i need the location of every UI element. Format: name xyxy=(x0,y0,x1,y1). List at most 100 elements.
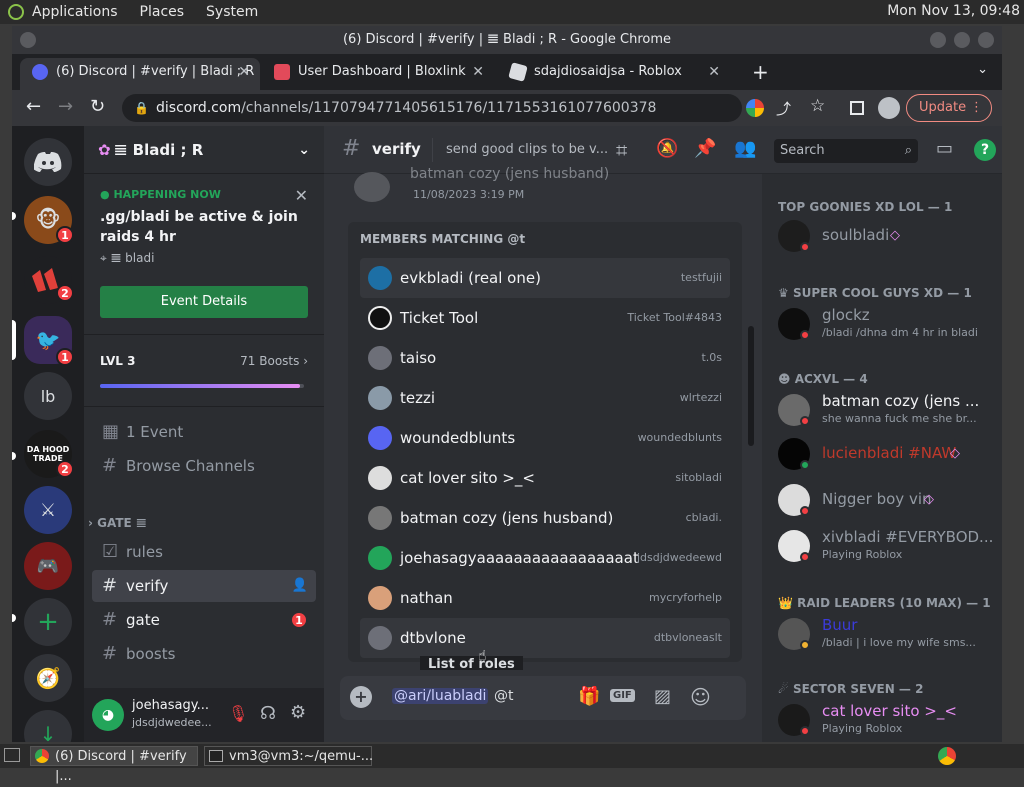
inbox-icon[interactable]: ▭ xyxy=(936,138,953,159)
member-option[interactable]: batman cozy (jens husband) cbladi. xyxy=(360,498,730,538)
member-group-title: ♛ SUPER COOL GUYS XD — 1 xyxy=(778,286,972,300)
channel-verify[interactable]: # verify 👤 xyxy=(92,570,316,602)
tab-search-chevron-icon[interactable]: ⌄ xyxy=(977,62,988,77)
menu-system[interactable]: System xyxy=(206,4,258,20)
member-item[interactable]: xivbladi #EVERYBOD... Playing Roblox xyxy=(778,524,994,568)
close-tab-icon[interactable]: ✕ xyxy=(708,58,720,86)
back-icon[interactable]: ← xyxy=(26,96,41,117)
member-item[interactable]: lucienbladi #NAW ◇ xyxy=(778,432,994,476)
server-icon[interactable]: 🎮 xyxy=(24,542,72,590)
member-item[interactable]: Buur/bladi | i love my wife sms... xyxy=(778,612,994,656)
kebab-menu-icon[interactable]: ⋮ xyxy=(970,95,983,121)
event-details-button[interactable]: Event Details xyxy=(100,286,308,318)
url-field[interactable]: 🔒 discord.com/channels/11707947714056151… xyxy=(122,94,742,122)
tab-strip: (6) Discord | #verify | Bladi ; R ✕ User… xyxy=(12,54,1002,90)
member-option[interactable]: evkbladi (real one) testfujii xyxy=(360,258,730,298)
maximize-button[interactable] xyxy=(954,32,970,48)
chevron-down-icon[interactable]: ⌄ xyxy=(298,126,310,174)
member-item[interactable]: soulbladi ◇ xyxy=(778,214,994,258)
lock-icon[interactable]: 🔒 xyxy=(134,94,149,122)
member-option[interactable]: taiso t.0s xyxy=(360,338,730,378)
member-item[interactable]: cat lover sito >_< Playing Roblox xyxy=(778,698,994,742)
headphones-icon[interactable]: ☊ xyxy=(260,703,276,724)
menu-places[interactable]: Places xyxy=(140,4,185,20)
events-item[interactable]: ▦ 1 Event xyxy=(92,416,316,448)
browse-channels-item[interactable]: # Browse Channels xyxy=(92,450,316,482)
channel-topic[interactable]: send good clips to be v... xyxy=(446,142,608,157)
bookmark-star-icon[interactable]: ☆ xyxy=(810,96,825,116)
scrollbar[interactable] xyxy=(748,326,754,446)
os-logo-icon[interactable] xyxy=(8,4,24,20)
emoji-icon[interactable]: ☺ xyxy=(690,685,711,709)
member-item[interactable]: Nigger boy vin ◇ xyxy=(778,478,994,522)
add-server-icon[interactable]: + xyxy=(24,598,72,646)
close-window-button[interactable] xyxy=(978,32,994,48)
update-button[interactable]: Update ⋮ xyxy=(906,94,992,122)
member-option[interactable]: woundedblunts woundedblunts xyxy=(360,418,730,458)
member-list-icon[interactable]: 👥 xyxy=(734,138,756,159)
channel-boosts[interactable]: # boosts xyxy=(92,638,316,670)
server-icon[interactable]: ⚔ xyxy=(24,486,72,534)
channel-gate[interactable]: # gate 1 xyxy=(92,604,316,636)
guild-header[interactable]: ✿ 𝌆 Bladi ; R ⌄ xyxy=(84,126,324,174)
mute-icon[interactable]: 🎙 xyxy=(228,704,248,723)
tab-roblox[interactable]: sdajdiosaidjsa - Roblox ✕ xyxy=(498,58,730,90)
discord-home-icon[interactable] xyxy=(24,138,72,186)
avatar xyxy=(368,266,392,290)
invite-member-icon[interactable]: 👤 xyxy=(292,570,308,602)
menu-applications[interactable]: Applications xyxy=(32,4,118,20)
pinned-messages-icon[interactable]: 📌 xyxy=(694,138,716,159)
member-option[interactable]: dtbvlone dtbvloneaslt xyxy=(360,618,730,658)
message-composer[interactable]: + @ari/luabladi @t 🎁 GIF ▨ ☺ xyxy=(340,676,746,720)
member-item[interactable]: glockz/bladi /dhna dm 4 hr in bladi xyxy=(778,302,994,346)
server-badge: 2 xyxy=(56,284,74,302)
tray-chrome-icon[interactable] xyxy=(938,747,956,765)
close-icon[interactable]: ✕ xyxy=(295,186,308,205)
avatar[interactable]: ◕ xyxy=(92,699,124,731)
avatar xyxy=(368,426,392,450)
member-option-tag: woundedblunts xyxy=(637,431,722,444)
threads-icon[interactable]: ⌗ xyxy=(616,138,627,162)
close-tab-icon[interactable]: ✕ xyxy=(238,58,250,86)
member-option[interactable]: Ticket Tool Ticket Tool#4843 xyxy=(360,298,730,338)
google-icon[interactable] xyxy=(746,99,764,117)
channel-rules[interactable]: ☑ rules xyxy=(92,536,316,568)
member-option[interactable]: nathan mycryforhelp xyxy=(360,578,730,618)
search-input[interactable]: Search ⌕ xyxy=(774,139,918,163)
gif-icon[interactable]: GIF xyxy=(610,689,635,702)
show-desktop-icon[interactable] xyxy=(4,748,20,762)
member-item[interactable]: batman cozy (jens ... she wanna fuck me s… xyxy=(778,388,994,432)
download-apps-icon[interactable]: ↓ xyxy=(24,710,72,742)
window-menu-button[interactable] xyxy=(20,32,36,48)
explore-servers-icon[interactable]: 🧭 xyxy=(24,654,72,702)
settings-gear-icon[interactable]: ⚙ xyxy=(290,702,306,723)
gift-icon[interactable]: 🎁 xyxy=(578,686,600,707)
taskbar-item-terminal[interactable]: vm3@vm3:~/qemu-... xyxy=(204,746,373,766)
reload-icon[interactable]: ↻ xyxy=(90,96,105,117)
member-option[interactable]: tezzi wlrtezzi xyxy=(360,378,730,418)
new-tab-icon[interactable]: + xyxy=(752,60,769,84)
window-title: (6) Discord | #verify | 𝌆 Bladi ; R - Go… xyxy=(342,32,672,47)
minimize-button[interactable] xyxy=(930,32,946,48)
autocomplete-hint: List of roles xyxy=(420,656,523,670)
notification-muted-icon[interactable]: 🔕 xyxy=(656,138,678,159)
close-tab-icon[interactable]: ✕ xyxy=(472,58,484,86)
tab-discord[interactable]: (6) Discord | #verify | Bladi ; R ✕ xyxy=(20,58,260,90)
tab-label: User Dashboard | Bloxlink xyxy=(298,64,466,79)
message-author[interactable]: batman cozy (jens husband) xyxy=(410,166,609,182)
taskbar-item-chrome[interactable]: (6) Discord | #verify |... xyxy=(30,746,198,784)
member-option[interactable]: joehasagyaaaaaaaaaaaaaaaaat jdsdjdwedeewd xyxy=(360,538,730,578)
avatar[interactable] xyxy=(354,172,390,202)
help-icon[interactable]: ? xyxy=(974,139,996,161)
profile-avatar-icon[interactable] xyxy=(878,97,900,119)
forward-icon[interactable]: → xyxy=(58,96,73,117)
server-lb[interactable]: lb xyxy=(24,372,72,420)
tab-bloxlink[interactable]: User Dashboard | Bloxlink ✕ xyxy=(262,58,494,90)
share-icon[interactable]: ⤴ xyxy=(776,98,791,119)
sticker-icon[interactable]: ▨ xyxy=(654,686,671,707)
server-level[interactable]: LVL 3 71 Boosts › xyxy=(100,354,308,368)
attach-plus-icon[interactable]: + xyxy=(350,686,372,708)
side-panel-icon[interactable] xyxy=(850,101,864,115)
category-gate[interactable]: › GATE 𝌆 xyxy=(88,516,147,530)
member-option[interactable]: cat lover sito >_< sitobladi xyxy=(360,458,730,498)
